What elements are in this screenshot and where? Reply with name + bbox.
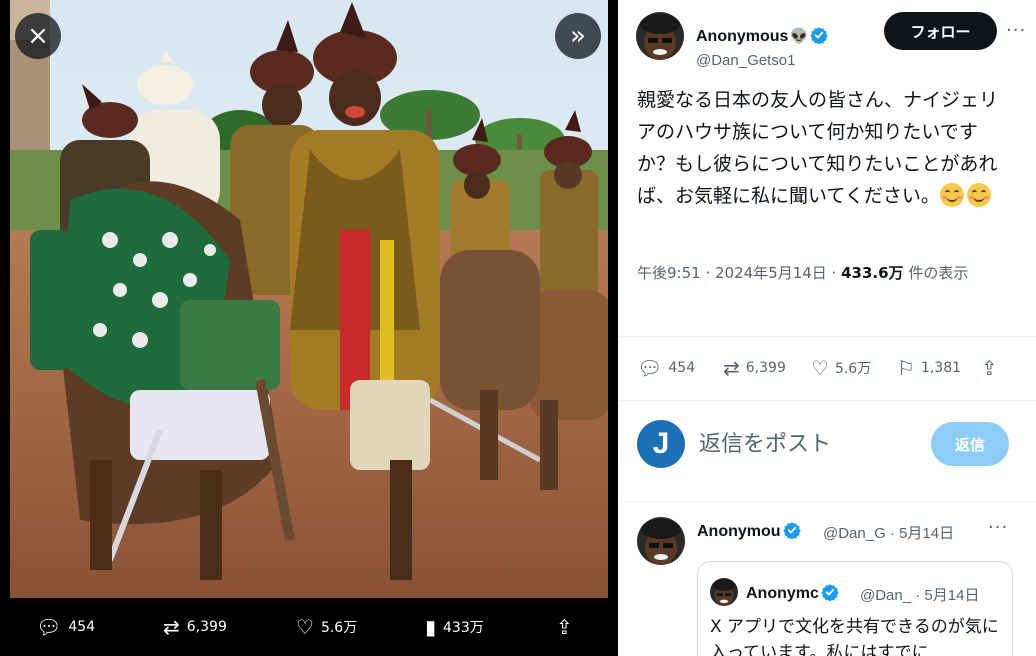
- quoted-author-avatar: [710, 578, 738, 606]
- retweet-icon: ⇄: [163, 615, 180, 639]
- verified-badge-icon: [821, 584, 839, 601]
- bookmark-icon: ⚐: [897, 356, 915, 380]
- tweet-view-suffix: 件の表示: [903, 264, 969, 282]
- smiling-emoji-icon: [939, 183, 964, 207]
- media-share-button[interactable]: ⇪: [556, 598, 573, 656]
- chevron-double-right-icon: »: [570, 21, 586, 51]
- close-icon: ×: [27, 21, 49, 51]
- author-avatar[interactable]: [636, 12, 684, 60]
- tweet-meta: 午後9:51 · 2024年5月14日 · 433.6万 件の表示: [637, 260, 1007, 286]
- bookmark-button[interactable]: ⚐ 1,381: [897, 350, 961, 386]
- quoted-tweet-text: X アプリで文化を共有できるのが気に入っています。私にはすでに: [710, 617, 999, 656]
- reply-author-avatar[interactable]: [637, 517, 685, 565]
- close-button[interactable]: ×: [15, 13, 61, 59]
- tweet-text: 親愛なる日本の友人の皆さん、ナイジェリアのハウサ族について何か知りたいですか？も…: [637, 89, 999, 207]
- retweet-button[interactable]: ⇄ 6,399: [723, 350, 786, 386]
- reply-icon: 💬︎: [36, 615, 62, 639]
- reply-composer: J 返信をポスト 返信: [637, 418, 1017, 470]
- share-icon: ⇪: [981, 356, 998, 380]
- share-icon: ⇪: [556, 615, 573, 639]
- quoted-author-name: Anonymc: [746, 583, 839, 603]
- user-avatar[interactable]: J: [637, 420, 685, 468]
- reply-submit-button[interactable]: 返信: [931, 422, 1009, 466]
- media-reply-count: 454: [68, 619, 96, 635]
- retweet-icon: ⇄: [723, 356, 740, 380]
- quoted-tweet[interactable]: Anonymc @Dan_ · 5月14日 X アプリで文化を共有できるのが気に…: [697, 561, 1013, 656]
- bookmark-count: 1,381: [920, 360, 962, 376]
- reply-author-meta: @Dan_G · 5月14日: [823, 525, 955, 542]
- alien-icon: 👽: [789, 28, 809, 45]
- reply-tweet[interactable]: Anonymou @Dan_G · 5月14日 ··· Anonymc @Dan…: [618, 503, 1036, 656]
- retweet-count: 6,399: [745, 360, 786, 376]
- verified-badge-icon: [810, 27, 828, 44]
- media-action-bar: 💬︎ 454 ⇄ 6,399 ♡ 5.6万 ▮ 433万 ⇪: [0, 598, 618, 656]
- smiling-emoji-icon: [966, 183, 991, 207]
- media-reply-button[interactable]: 💬︎ 454: [36, 598, 95, 656]
- quoted-author-meta: @Dan_ · 5月14日: [860, 587, 980, 604]
- tweet-photo[interactable]: [10, 0, 608, 598]
- tweet-view-count: 433.6万: [841, 264, 904, 282]
- media-viewer: × » 💬︎ 454 ⇄ 6,399 ♡ 5.6万 ▮ 433万 ⇪: [0, 0, 618, 656]
- more-options-icon[interactable]: ···: [1006, 20, 1026, 41]
- tweet-author-header: Anonymous👽 @Dan_Getso1 フォロー ···: [636, 12, 1026, 72]
- divider: [618, 400, 1036, 401]
- share-button[interactable]: ⇪: [981, 350, 998, 386]
- tweet-timestamp[interactable]: 午後9:51 · 2024年5月14日 ·: [637, 264, 841, 282]
- reply-author-name[interactable]: Anonymou: [697, 521, 801, 541]
- reply-input[interactable]: 返信をポスト: [699, 426, 831, 458]
- reply-icon: 💬︎: [637, 356, 663, 380]
- divider: [618, 336, 1036, 337]
- media-retweet-button[interactable]: ⇄ 6,399: [163, 598, 227, 656]
- media-like-button[interactable]: ♡ 5.6万: [296, 598, 357, 656]
- media-like-count: 5.6万: [320, 620, 358, 636]
- more-options-icon[interactable]: ···: [988, 517, 1008, 538]
- media-views-button[interactable]: ▮ 433万: [425, 598, 484, 656]
- media-view-count: 433万: [443, 620, 484, 636]
- verified-badge-icon: [782, 522, 801, 539]
- heart-icon: ♡: [811, 356, 829, 380]
- expand-button[interactable]: »: [555, 13, 601, 59]
- media-retweet-count: 6,399: [186, 619, 227, 635]
- tweet-panel: Anonymous👽 @Dan_Getso1 フォロー ··· 親愛なる日本の友…: [618, 0, 1036, 656]
- follow-button[interactable]: フォロー: [884, 12, 997, 50]
- author-handle[interactable]: @Dan_Getso1: [696, 52, 795, 69]
- reply-count: 454: [668, 360, 696, 376]
- like-count: 5.6万: [834, 361, 872, 377]
- heart-icon: ♡: [296, 615, 314, 639]
- author-name[interactable]: Anonymous👽: [696, 26, 828, 46]
- tweet-stats-bar: 💬︎ 454 ⇄ 6,399 ♡ 5.6万 ⚐ 1,381 ⇪: [637, 350, 1017, 386]
- bar-chart-icon: ▮: [425, 615, 437, 639]
- like-button[interactable]: ♡ 5.6万: [811, 350, 871, 386]
- reply-button[interactable]: 💬︎ 454: [637, 350, 695, 386]
